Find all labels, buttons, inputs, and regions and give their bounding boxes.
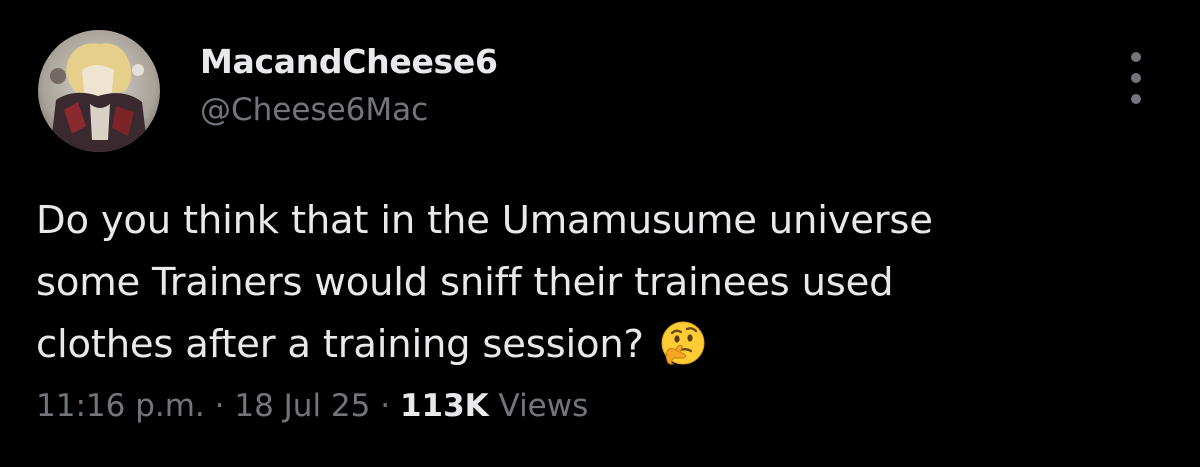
more-dot-icon — [1131, 94, 1141, 104]
tweet-text-line-last: clothes after a training session? — [36, 314, 1156, 376]
display-name[interactable]: MacandCheese6 — [200, 42, 498, 81]
tweet-text-line: Do you think that in the Umamusume unive… — [36, 198, 933, 243]
meta-separator: · — [214, 388, 225, 424]
more-dot-icon — [1131, 52, 1141, 62]
tweet-meta: 11:16 p.m. · 18 Jul 25 · 113K Views — [36, 388, 588, 424]
thinking-face-icon — [660, 320, 706, 366]
tweet-text-line: some Trainers would sniff their trainees… — [36, 260, 894, 305]
avatar[interactable] — [38, 30, 160, 152]
user-handle[interactable]: @Cheese6Mac — [200, 92, 428, 128]
more-dot-icon — [1131, 73, 1141, 83]
tweet-card: MacandCheese6 @Cheese6Mac Do you think t… — [0, 0, 1200, 467]
meta-separator: · — [380, 388, 391, 424]
views-count: 113K — [399, 388, 489, 424]
tweet-text: Do you think that in the Umamusume unive… — [36, 190, 1156, 376]
more-options-button[interactable] — [1118, 52, 1154, 104]
avatar-image — [38, 30, 160, 152]
tweet-date[interactable]: 18 Jul 25 — [234, 388, 370, 424]
tweet-time[interactable]: 11:16 p.m. — [36, 388, 205, 424]
tweet-text-line-content: clothes after a training session? — [36, 322, 644, 367]
views-label: Views — [498, 388, 589, 424]
